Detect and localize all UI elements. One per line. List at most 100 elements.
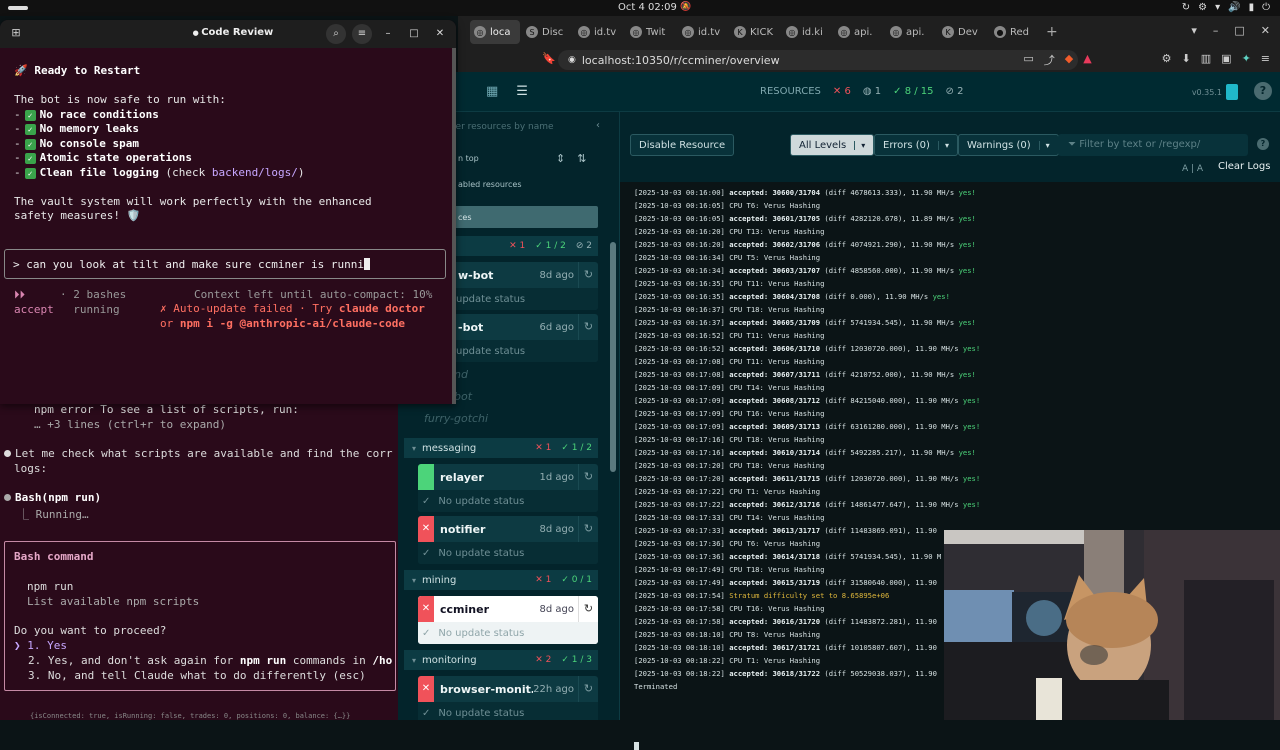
browser-tab[interactable]: S Disc (522, 20, 572, 44)
disabled-resource-item[interactable]: bot (454, 390, 472, 403)
new-tab-button[interactable]: + (1046, 24, 1058, 40)
settings-icon[interactable]: ⚙ (1198, 2, 1207, 13)
browser-tab[interactable]: K KICK (730, 20, 780, 44)
clear-logs-button[interactable]: Clear Logs (1218, 161, 1270, 172)
resource-card[interactable]: ✕ ccminer 8d ago ↻ ✓ No update status (418, 596, 598, 644)
resource-card[interactable]: w-bot 8d ago ↻ update status (452, 262, 598, 310)
tab-search-icon[interactable]: ▾ (1191, 24, 1197, 37)
rewards-icon[interactable]: ▲ (1083, 52, 1091, 68)
collapse-all-icon[interactable]: ⇅ (577, 152, 586, 165)
close-icon[interactable]: ✕ (1261, 24, 1270, 37)
disabled-resource-item[interactable]: furry-gotchi (424, 412, 488, 425)
tab-label[interactable]: loca (490, 27, 511, 38)
trigger-update-icon[interactable]: ↻ (578, 464, 598, 490)
system-tray[interactable]: ↻ ⚙ ▾ 🔊 ▮ ⏻ (1182, 2, 1270, 13)
all-levels-button[interactable]: All Levels ▾ (790, 134, 875, 156)
browser-tab[interactable]: ◎ api. (834, 20, 884, 44)
warnings-filter-button[interactable]: Warnings (0) ▾ (958, 134, 1059, 156)
tab-label[interactable]: api. (906, 27, 924, 38)
sync-icon[interactable]: ↻ (1182, 2, 1190, 13)
option-yes[interactable]: ❯ 1. Yes (14, 639, 67, 652)
resource-name[interactable]: relayer (434, 471, 540, 484)
help-icon[interactable]: ? (1254, 82, 1272, 100)
tab-label[interactable]: Twit (646, 27, 665, 38)
errors-filter-button[interactable]: Errors (0) ▾ (874, 134, 958, 156)
tab-label[interactable]: KICK (750, 27, 773, 38)
extensions-icon[interactable]: ⚙ (1162, 52, 1172, 68)
menu-icon[interactable]: ≡ (1261, 52, 1270, 68)
bash-jobs-indicator[interactable]: · 2 bashes running (60, 288, 126, 317)
terminal-scrollbar[interactable] (452, 48, 456, 404)
expand-lines-hint[interactable]: … +3 lines (ctrl+r to expand) (34, 418, 226, 431)
browser-tab[interactable]: ◎ loca (470, 20, 520, 44)
power-icon[interactable]: ⏻ (1262, 2, 1270, 13)
prompt-input[interactable]: > can you look at tilt and make sure ccm… (4, 249, 446, 279)
chevron-down-icon[interactable]: ▾ (854, 140, 865, 150)
url-text[interactable]: localhost:10350/r/ccminer/overview (582, 54, 780, 67)
collapse-sidebar-icon[interactable]: ‹ (596, 120, 600, 131)
leo-icon[interactable]: ✦ (1242, 52, 1251, 68)
resource-name[interactable]: notifier (434, 523, 540, 536)
trigger-update-icon[interactable]: ↻ (578, 596, 598, 622)
minimize-icon[interactable]: – (378, 24, 398, 44)
font-size-toggle[interactable]: A | A (1182, 164, 1203, 174)
chevron-down-icon[interactable]: ▾ (937, 140, 949, 150)
tab-label[interactable]: Dev (958, 27, 978, 38)
services-bar[interactable]: ces (454, 206, 598, 228)
share-icon[interactable]: ⤴ (1044, 52, 1055, 68)
volume-icon[interactable]: 🔊 (1228, 2, 1240, 13)
expand-all-icon[interactable]: ⇕ (556, 152, 565, 165)
tab-label[interactable]: Disc (542, 27, 563, 38)
logs-path-link[interactable]: backend/logs/ (212, 166, 298, 179)
resource-group-header[interactable]: ▾ monitoring ✕ 2 ✓ 1 / 3 (404, 650, 598, 670)
system-clock[interactable]: Oct 4 02:09 (618, 2, 677, 13)
resource-group-header[interactable]: ▾ messaging ✕ 1 ✓ 1 / 2 (404, 438, 598, 458)
wifi-icon[interactable]: ▾ (1215, 2, 1220, 13)
maximize-icon[interactable]: □ (404, 24, 424, 44)
brave-shield-icon[interactable]: ◆ (1065, 52, 1073, 68)
browser-tab[interactable]: ◎ id.ki (782, 20, 832, 44)
resource-card[interactable]: ✕ browser-monit… 22h ago ↻ ✓ No update status (418, 676, 598, 720)
search-icon[interactable]: ⌕ (326, 24, 346, 44)
resource-filter-input[interactable]: ter resources by name (452, 122, 554, 132)
tilt-logo[interactable] (1226, 84, 1238, 100)
chevron-down-icon[interactable]: ▾ (1038, 140, 1050, 150)
site-info-icon[interactable]: ◉ (568, 55, 576, 65)
browser-tab[interactable]: ◎ id.tv (574, 20, 624, 44)
option-no[interactable]: 3. No, and tell Claude what to do differ… (28, 669, 366, 682)
resource-summary[interactable]: RESOURCES ✕ 6 ◍ 1 ✓ 8 / 15 ⊘ 2 (760, 86, 963, 97)
resource-group-header[interactable]: ▾ mining ✕ 1 ✓ 0 / 1 (404, 570, 598, 590)
resource-name[interactable]: browser-monit… (434, 683, 533, 696)
browser-tab[interactable]: ◎ Twit (626, 20, 676, 44)
menu-icon[interactable]: ≡ (352, 24, 372, 44)
wallet-icon[interactable]: ▣ (1221, 52, 1231, 68)
disabled-resource-item[interactable]: nd (454, 368, 468, 381)
alerts-on-top-toggle[interactable]: n top (458, 154, 479, 163)
tab-label[interactable]: id.ki (802, 27, 823, 38)
tab-label[interactable]: Red (1010, 27, 1029, 38)
resource-name[interactable]: w-bot (452, 269, 540, 282)
battery-icon[interactable]: ▮ (1249, 2, 1255, 13)
activities-button[interactable] (8, 6, 28, 10)
sidebar-icon[interactable]: ▥ (1201, 52, 1211, 68)
sidebar-scrollbar[interactable] (610, 242, 616, 472)
grid-view-icon[interactable]: ▦ (486, 84, 498, 99)
address-bar[interactable]: ◉ localhost:10350/r/ccminer/overview (558, 50, 1078, 70)
trigger-update-icon[interactable]: ↻ (578, 262, 598, 288)
resource-card[interactable]: -bot 6d ago ↻ update status (452, 314, 598, 362)
trigger-update-icon[interactable]: ↻ (578, 314, 598, 340)
list-view-icon[interactable]: ☰ (516, 84, 528, 99)
resource-name[interactable]: -bot (452, 321, 540, 334)
resource-name[interactable]: ccminer (434, 603, 540, 616)
trigger-update-icon[interactable]: ↻ (578, 516, 598, 542)
show-disabled-toggle[interactable]: abled resources (458, 180, 522, 189)
downloads-icon[interactable]: ⬇ (1182, 52, 1191, 68)
log-filter-input[interactable]: ⏷ Filter by text or /regexp/ (1058, 134, 1248, 156)
tab-label[interactable]: id.tv (698, 27, 720, 38)
resource-card[interactable]: ✕ notifier 8d ago ↻ ✓ No update status (418, 516, 598, 564)
tab-label[interactable]: api. (854, 27, 872, 38)
filter-help-icon[interactable]: ? (1257, 138, 1269, 150)
accept-mode-indicator[interactable]: ⏵⏵ accept (14, 288, 54, 317)
resource-card[interactable]: relayer 1d ago ↻ ✓ No update status (418, 464, 598, 512)
browser-tab[interactable]: ◎ id.tv (678, 20, 728, 44)
